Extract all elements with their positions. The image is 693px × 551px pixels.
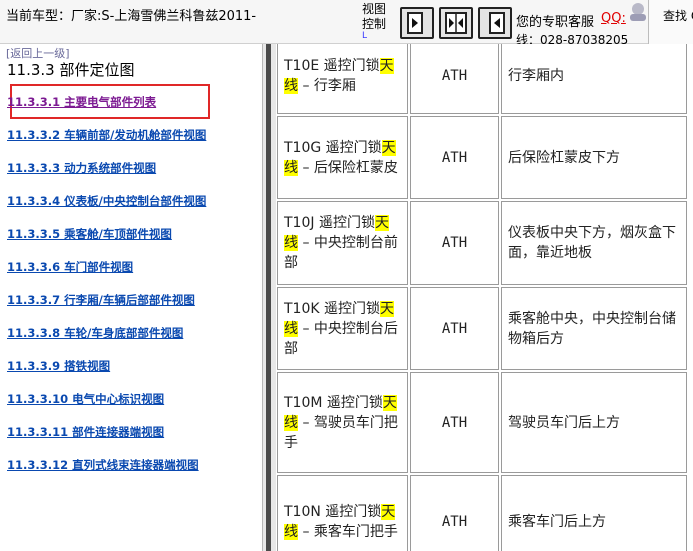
part-location-cell: 行李厢内 xyxy=(501,44,687,114)
part-name-cell: T10J 遥控门锁天线 – 中央控制台前部 xyxy=(277,201,408,285)
part-location-cell: 乘客车门后上方 xyxy=(501,475,687,551)
split-pane-icon xyxy=(445,12,467,34)
split-pane-button[interactable] xyxy=(439,7,473,39)
pane-splitter[interactable] xyxy=(262,44,276,551)
table-row: T10K 遥控门锁天线 – 中央控制台后部 ATH 乘客舱中央，中央控制台储物箱… xyxy=(277,287,687,370)
part-code-cell: ATH xyxy=(410,475,499,551)
avatar[interactable] xyxy=(626,1,650,21)
top-banner: 当前车型：厂家:S-上海雪佛兰科鲁兹2011- 视图控制 L 您的专职客服 QQ… xyxy=(0,0,693,47)
current-car-model: 当前车型：厂家:S-上海雪佛兰科鲁兹2011- xyxy=(6,9,257,24)
nav-item-wheels-underbody[interactable]: 11.3.3.8 车轮/车身底部部件视图 xyxy=(7,325,183,341)
part-name-cell: T10N 遥控门锁天线 – 乘客车门把手 xyxy=(277,475,408,551)
part-name-cell: T10K 遥控门锁天线 – 中央控制台后部 xyxy=(277,287,408,370)
part-code-cell: ATH xyxy=(410,116,499,199)
nav-item-inline-connector[interactable]: 11.3.3.12 直列式线束连接器端视图 xyxy=(7,457,199,473)
part-name-cell: T10E 遥控门锁天线 – 行李厢 xyxy=(277,44,408,114)
nav-item-instrument-panel[interactable]: 11.3.3.4 仪表板/中央控制台部件视图 xyxy=(7,193,206,209)
nav-item-ground[interactable]: 11.3.3.9 搭铁视图 xyxy=(7,358,110,374)
part-code-cell: ATH xyxy=(410,44,499,114)
nav-item-front-engine[interactable]: 11.3.3.2 车辆前部/发动机舱部件视图 xyxy=(7,127,206,143)
left-pane-icon xyxy=(489,12,505,34)
part-location-cell: 乘客舱中央，中央控制台储物箱后方 xyxy=(501,287,687,370)
view-control-text: 视图控制 xyxy=(362,2,387,31)
right-pane-icon xyxy=(407,12,423,34)
table-row: T10J 遥控门锁天线 – 中央控制台前部 ATH 仪表板中央下方，烟灰盒下面，… xyxy=(277,201,687,285)
part-name-cell: T10G 遥控门锁天线 – 后保险杠蒙皮 xyxy=(277,116,408,199)
parts-table-pane: T10E 遥控门锁天线 – 行李厢 ATH 行李厢内 T10G 遥控门锁天线 –… xyxy=(276,44,693,551)
part-location-cell: 驾驶员车门后上方 xyxy=(501,372,687,473)
find-label[interactable]: 查找 Q xyxy=(663,7,693,24)
nav-item-powertrain[interactable]: 11.3.3.3 动力系统部件视图 xyxy=(7,160,156,176)
parts-table: T10E 遥控门锁天线 – 行李厢 ATH 行李厢内 T10G 遥控门锁天线 –… xyxy=(276,44,689,551)
show-right-pane-button[interactable] xyxy=(400,7,434,39)
table-row: T10E 遥控门锁天线 – 行李厢 ATH 行李厢内 xyxy=(277,44,687,114)
nav-item-electrical-center[interactable]: 11.3.3.10 电气中心标识视图 xyxy=(7,391,164,407)
nav-item-doors[interactable]: 11.3.3.6 车门部件视图 xyxy=(7,259,133,275)
part-code-cell: ATH xyxy=(410,287,499,370)
nav-item-passenger-roof[interactable]: 11.3.3.5 乘客舱/车顶部件视图 xyxy=(7,226,172,242)
part-name-cell: T10M 遥控门锁天线 – 驾驶员车门把手 xyxy=(277,372,408,473)
part-code-cell: ATH xyxy=(410,372,499,473)
view-control-mini: L xyxy=(362,31,368,41)
show-left-pane-button[interactable] xyxy=(478,7,512,39)
qq-link[interactable]: QQ: xyxy=(601,11,626,26)
left-nav-pane: [返回上一级] 11.3.3 部件定位图 11.3.3.1 主要电气部件列表 1… xyxy=(0,44,262,551)
service-text: 您的专职客服 xyxy=(516,15,595,30)
table-row: T10M 遥控门锁天线 – 驾驶员车门把手 ATH 驾驶员车门后上方 xyxy=(277,372,687,473)
nav-item-connector-end[interactable]: 11.3.3.11 部件连接器端视图 xyxy=(7,424,164,440)
section-title: 11.3.3 部件定位图 xyxy=(7,61,135,79)
table-row: T10N 遥控门锁天线 – 乘客车门把手 ATH 乘客车门后上方 xyxy=(277,475,687,551)
nav-item-main-electrical-parts[interactable]: 11.3.3.1 主要电气部件列表 xyxy=(7,94,156,110)
view-control-label: 视图控制 L xyxy=(362,2,392,41)
part-code-cell: ATH xyxy=(410,201,499,285)
table-row: T10G 遥控门锁天线 – 后保险杠蒙皮 ATH 后保险杠蒙皮下方 xyxy=(277,116,687,199)
part-location-cell: 仪表板中央下方，烟灰盒下面，靠近地板 xyxy=(501,201,687,285)
nav-item-trunk-rear[interactable]: 11.3.3.7 行李厢/车辆后部部件视图 xyxy=(7,292,195,308)
part-location-cell: 后保险杠蒙皮下方 xyxy=(501,116,687,199)
